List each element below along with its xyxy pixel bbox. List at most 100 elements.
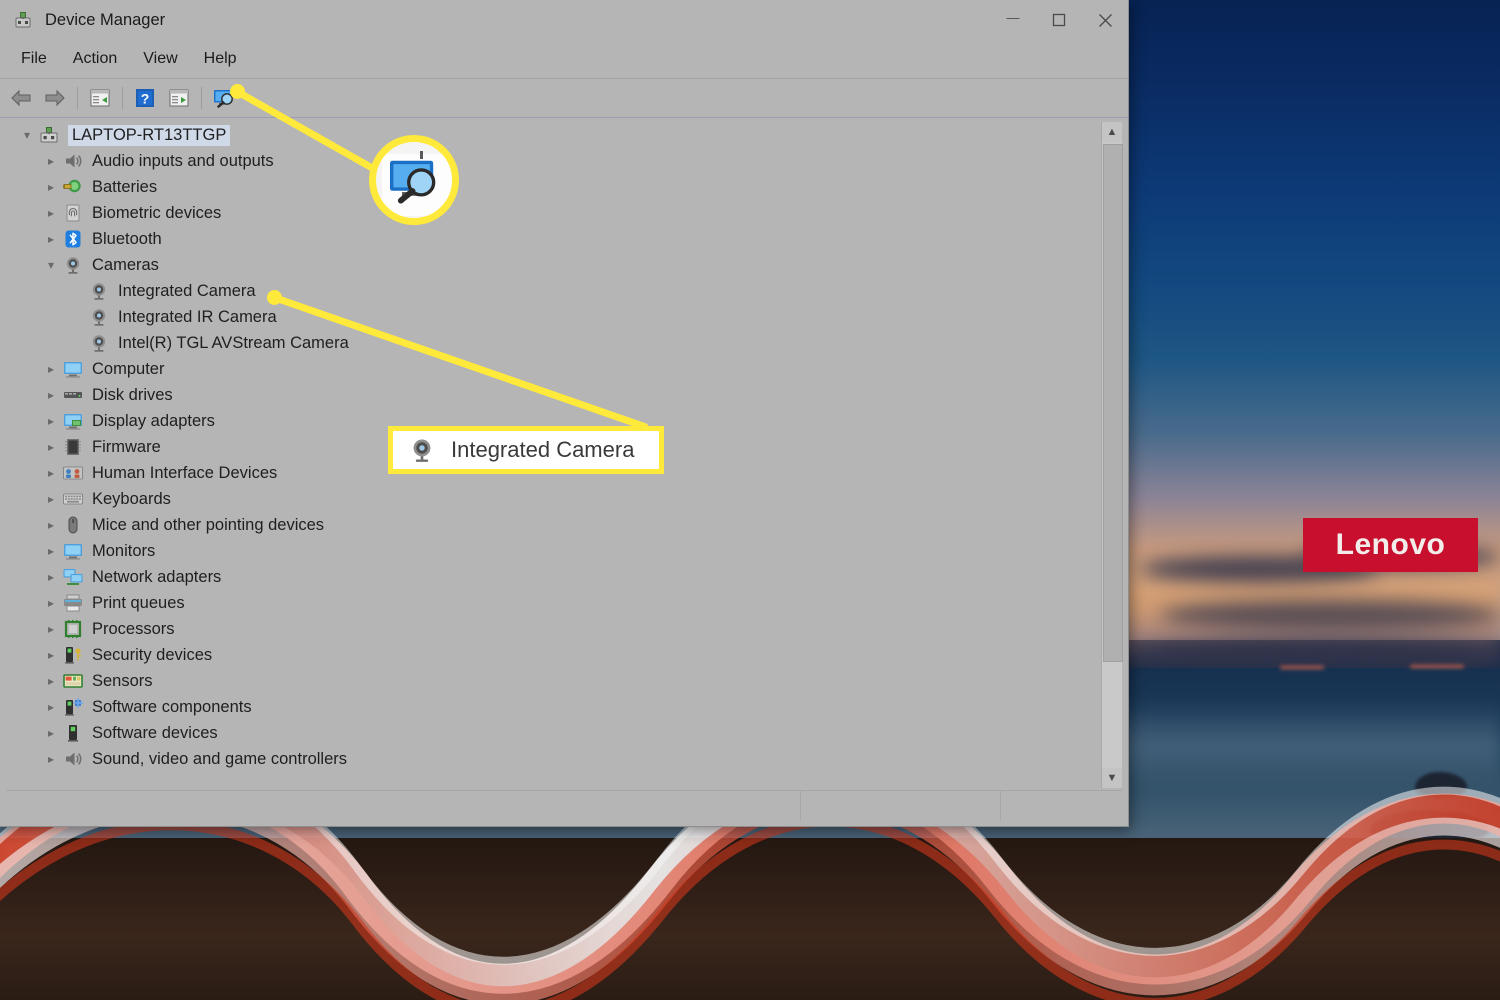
tree-node-intel-tgl-avstream-camera[interactable]: Intel(R) TGL AVStream Camera bbox=[6, 330, 1098, 356]
back-button[interactable] bbox=[4, 83, 38, 113]
chevron-right-icon[interactable]: ▸ bbox=[40, 648, 62, 662]
scrollbar-thumb[interactable] bbox=[1103, 144, 1123, 662]
device-tree-area[interactable]: ▾ LAPTOP-RT13TTGP ▸ bbox=[6, 122, 1122, 788]
menu-bar[interactable]: File Action View Help bbox=[0, 40, 1128, 79]
chevron-right-icon[interactable]: ▸ bbox=[40, 362, 62, 376]
tree-node-biometric-devices[interactable]: ▸ Biometric devices bbox=[6, 200, 1098, 226]
tree-node-bluetooth[interactable]: ▸ Bluetooth bbox=[6, 226, 1098, 252]
tree-node-sound-video-and-game-controllers[interactable]: ▸ Sound, video and game controllers bbox=[6, 746, 1098, 772]
tree-node-sensors[interactable]: ▸ Sensors bbox=[6, 668, 1098, 694]
tree-node-audio-inputs-and-outputs[interactable]: ▸ Audio inputs and outputs bbox=[6, 148, 1098, 174]
monitor-icon bbox=[62, 541, 84, 561]
vertical-scrollbar[interactable]: ▲ ▼ bbox=[1101, 122, 1122, 788]
menu-file[interactable]: File bbox=[8, 46, 60, 72]
chevron-right-icon[interactable]: ▸ bbox=[40, 700, 62, 714]
tree-node-disk-drives[interactable]: ▸ Disk drives bbox=[6, 382, 1098, 408]
close-icon bbox=[1098, 13, 1113, 28]
chevron-right-icon[interactable]: ▸ bbox=[40, 674, 62, 688]
chevron-down-icon[interactable]: ▾ bbox=[40, 258, 62, 272]
tree-node-processors[interactable]: ▸ Processors bbox=[6, 616, 1098, 642]
chevron-right-icon[interactable]: ▸ bbox=[40, 388, 62, 402]
right-arrow-icon bbox=[44, 89, 66, 107]
status-segment-2 bbox=[801, 791, 1002, 821]
tree-node-label: Security devices bbox=[92, 646, 212, 665]
chevron-right-icon[interactable]: ▸ bbox=[40, 180, 62, 194]
chevron-right-icon[interactable]: ▸ bbox=[40, 570, 62, 584]
scroll-up-button[interactable]: ▲ bbox=[1102, 122, 1122, 142]
toolbar[interactable]: ? bbox=[0, 79, 1128, 118]
forward-button[interactable] bbox=[38, 83, 72, 113]
update-driver-icon bbox=[168, 88, 190, 108]
tree-node-keyboards[interactable]: ▸ Keyboa bbox=[6, 486, 1098, 512]
tree-node-security-devices[interactable]: ▸ Security devices bbox=[6, 642, 1098, 668]
properties-button[interactable] bbox=[83, 83, 117, 113]
title-bar[interactable]: Device Manager — bbox=[0, 0, 1128, 40]
window-controls[interactable]: — bbox=[990, 0, 1128, 40]
help-button[interactable]: ? bbox=[128, 83, 162, 113]
chevron-right-icon[interactable]: ▸ bbox=[40, 154, 62, 168]
chevron-right-icon[interactable]: ▸ bbox=[40, 596, 62, 610]
chevron-right-icon[interactable]: ▸ bbox=[40, 414, 62, 428]
tree-node-software-components[interactable]: ▸ Software components bbox=[6, 694, 1098, 720]
minimize-button[interactable]: — bbox=[990, 0, 1036, 40]
tree-node-label: Sensors bbox=[92, 672, 153, 691]
sensors-icon bbox=[62, 671, 84, 691]
chevron-right-icon[interactable]: ▸ bbox=[40, 466, 62, 480]
tree-node-computer[interactable]: ▸ Computer bbox=[6, 356, 1098, 382]
tree-node-label: Batteries bbox=[92, 178, 157, 197]
firmware-chip-icon bbox=[62, 437, 84, 457]
menu-view[interactable]: View bbox=[130, 46, 190, 72]
minimize-icon: — bbox=[1007, 11, 1020, 24]
tree-node-integrated-camera[interactable]: Integrated Camera bbox=[6, 278, 1098, 304]
battery-icon bbox=[62, 177, 84, 197]
tree-node-batteries[interactable]: ▸ Batteries bbox=[6, 174, 1098, 200]
tree-node-human-interface-devices[interactable]: ▸ Human Interface Devices bbox=[6, 460, 1098, 486]
chevron-right-icon[interactable]: ▸ bbox=[40, 752, 62, 766]
tree-node-software-devices[interactable]: ▸ Software devices bbox=[6, 720, 1098, 746]
device-tree[interactable]: ▾ LAPTOP-RT13TTGP ▸ bbox=[6, 122, 1098, 788]
tree-node-print-queues[interactable]: ▸ Print queues bbox=[6, 590, 1098, 616]
security-key-icon bbox=[62, 645, 84, 665]
device-manager-window[interactable]: Device Manager — File Action View Help bbox=[0, 0, 1128, 826]
tree-node-firmware[interactable]: ▸ Firmware bbox=[6, 434, 1098, 460]
scroll-down-button[interactable]: ▼ bbox=[1102, 768, 1122, 788]
tree-node-label: Computer bbox=[92, 360, 164, 379]
maximize-button[interactable] bbox=[1036, 0, 1082, 40]
hid-icon bbox=[62, 463, 84, 483]
cloud bbox=[1160, 600, 1500, 630]
tree-node-monitors[interactable]: ▸ Monitors bbox=[6, 538, 1098, 564]
tree-root-node[interactable]: ▾ LAPTOP-RT13TTGP bbox=[6, 122, 1098, 148]
update-driver-button[interactable] bbox=[162, 83, 196, 113]
left-arrow-icon bbox=[10, 89, 32, 107]
chevron-right-icon[interactable]: ▸ bbox=[40, 544, 62, 558]
scan-hardware-changes-button[interactable] bbox=[207, 83, 241, 113]
chevron-right-icon[interactable]: ▸ bbox=[40, 232, 62, 246]
chevron-right-icon[interactable]: ▸ bbox=[40, 518, 62, 532]
tree-node-label: Keyboards bbox=[92, 490, 171, 509]
tree-node-display-adapters[interactable]: ▸ Display adapters bbox=[6, 408, 1098, 434]
lenovo-logo-text: Lenovo bbox=[1336, 528, 1446, 562]
menu-help[interactable]: Help bbox=[191, 46, 250, 72]
tree-node-label: Integrated IR Camera bbox=[118, 308, 277, 327]
chevron-right-icon[interactable]: ▸ bbox=[40, 726, 62, 740]
chevron-right-icon[interactable]: ▸ bbox=[40, 206, 62, 220]
tree-node-network-adapters[interactable]: ▸ Network adapters bbox=[6, 564, 1098, 590]
properties-icon bbox=[89, 88, 111, 108]
tree-node-mice-and-other-pointing-devices[interactable]: ▸ Mice and other pointing devices bbox=[6, 512, 1098, 538]
chevron-right-icon[interactable]: ▸ bbox=[40, 492, 62, 506]
close-button[interactable] bbox=[1082, 0, 1128, 40]
tree-node-integrated-ir-camera[interactable]: Integrated IR Camera bbox=[6, 304, 1098, 330]
status-segment-3 bbox=[1001, 791, 1122, 821]
tree-node-label: Audio inputs and outputs bbox=[92, 152, 274, 171]
tree-node-label: Integrated Camera bbox=[118, 282, 256, 301]
tree-node-cameras[interactable]: ▾ Cameras bbox=[6, 252, 1098, 278]
display-adapter-icon bbox=[62, 411, 84, 431]
chevron-down-icon[interactable]: ▾ bbox=[16, 128, 38, 142]
chevron-up-icon: ▲ bbox=[1107, 126, 1118, 138]
chevron-right-icon[interactable]: ▸ bbox=[40, 622, 62, 636]
tree-node-label: Biometric devices bbox=[92, 204, 221, 223]
camera-icon bbox=[88, 307, 110, 327]
menu-action[interactable]: Action bbox=[60, 46, 130, 72]
tree-node-label: Firmware bbox=[92, 438, 161, 457]
chevron-right-icon[interactable]: ▸ bbox=[40, 440, 62, 454]
